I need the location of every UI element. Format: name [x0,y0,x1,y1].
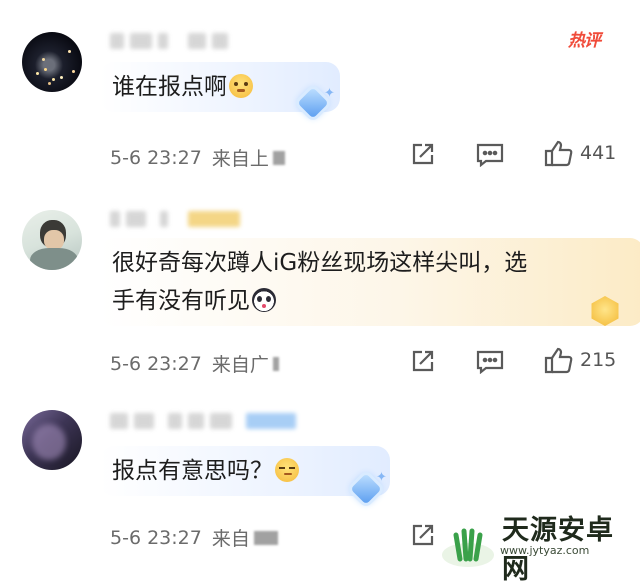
comment-meta: 5-6 23:27 来自上 [110,144,285,171]
share-button[interactable] [410,348,436,374]
smirk-emoji [275,458,299,482]
reply-button[interactable] [476,350,504,374]
comment-icon [476,350,504,374]
like-button[interactable]: 441 [544,139,616,167]
like-count: 215 [580,349,617,371]
panda-emoji [252,288,276,312]
location-blurred [253,530,278,545]
comment-location: 来自 [211,528,250,550]
location-blurred [272,356,279,371]
comment-meta: 5-6 23:27 来自 [110,524,278,551]
comment-date: 5-6 23:27 [110,146,202,169]
thumbs-up-icon [544,347,573,374]
avatar[interactable] [22,32,82,92]
share-icon [412,350,434,372]
like-button[interactable]: 215 [544,346,616,374]
comment-icon [476,143,504,167]
comment-meta: 5-6 23:27 来自广 [110,350,279,377]
hot-comment-label: 热评 [568,31,601,51]
username-blurred[interactable] [110,30,228,52]
share-icon [412,524,434,546]
comment-bubble[interactable]: 很好奇每次蹲人iG粉丝现场这样尖叫，选 手有没有听见 [100,238,640,326]
thumbs-up-icon [544,140,573,167]
comment-location: 来自广 [211,354,269,376]
comment-text: 谁在报点啊 [112,74,227,100]
username-blurred[interactable] [110,208,240,230]
comment-text-line: 手有没有听见 [112,288,250,314]
sparkle-icon: ✦ [376,470,387,485]
comment-date: 5-6 23:27 [110,352,202,375]
location-blurred [272,150,285,165]
share-button[interactable] [410,522,436,548]
comment-text-line: 很好奇每次蹲人iG粉丝现场这样尖叫，选 [112,250,528,276]
comment-date: 5-6 23:27 [110,526,202,549]
comment-bubble[interactable]: 报点有意思吗？ [100,446,390,496]
android-logo-icon [440,525,496,569]
shy-smile-emoji [229,74,253,98]
reply-button[interactable] [476,143,504,167]
comment-location: 来自上 [211,148,269,170]
avatar[interactable] [22,210,82,270]
site-watermark: 天源安卓网 www.jytyaz.com [440,508,640,586]
avatar[interactable] [22,410,82,470]
username-blurred[interactable] [110,410,296,432]
share-icon [412,143,434,165]
sparkle-icon: ✦ [324,86,335,101]
like-count: 441 [580,142,617,164]
share-button[interactable] [410,141,436,167]
comment-text: 报点有意思吗？ [112,458,273,484]
watermark-url: www.jytyaz.com [500,544,590,557]
